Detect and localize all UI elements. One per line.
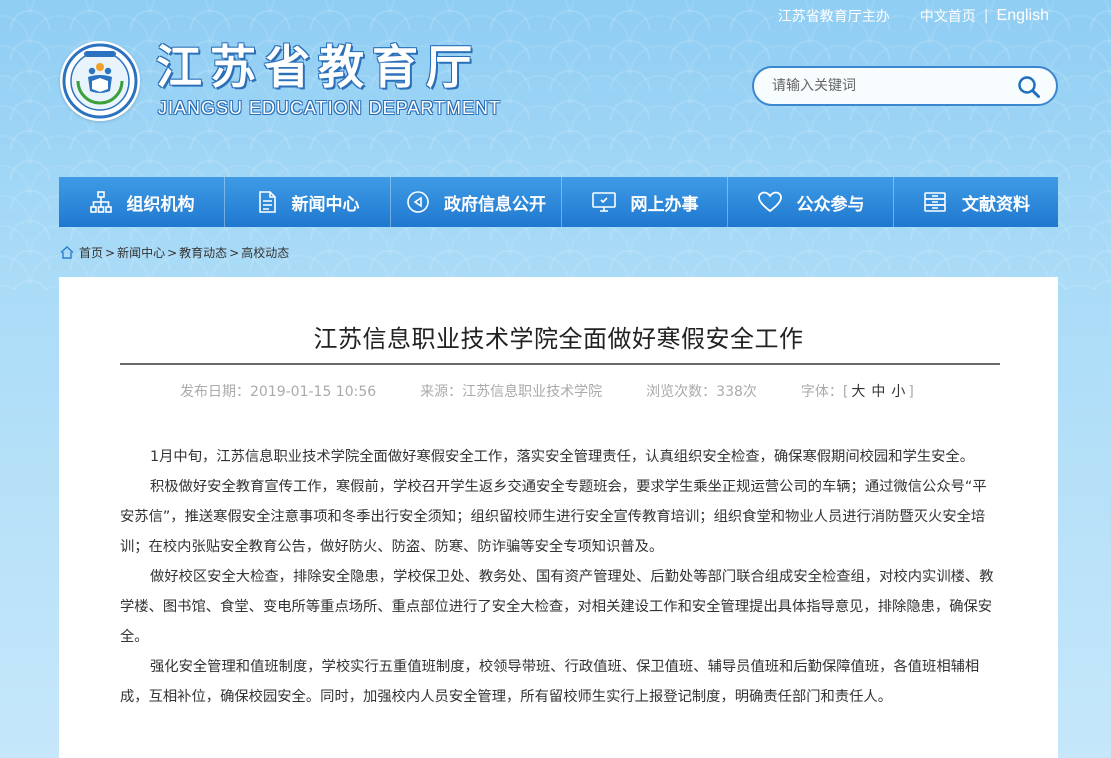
- nav-label: 网上办事: [630, 194, 699, 215]
- nav-item-news[interactable]: 新闻中心: [225, 177, 391, 227]
- host-label: 江苏省教育厅主办: [777, 9, 890, 25]
- breadcrumb-sep: >: [229, 245, 240, 260]
- nav-item-online-service[interactable]: 网上办事: [562, 177, 728, 227]
- nav-item-public-participation[interactable]: 公众参与: [728, 177, 894, 227]
- breadcrumb-university-news[interactable]: 高校动态: [241, 244, 289, 261]
- heart-icon: [757, 191, 782, 213]
- nav-item-archives[interactable]: 文献资料: [894, 177, 1058, 227]
- nav-item-gov-info[interactable]: 政府信息公开: [391, 177, 562, 227]
- nav-label: 公众参与: [796, 194, 865, 215]
- breadcrumb-sep: >: [167, 245, 178, 260]
- article-panel: 江苏信息职业技术学院全面做好寒假安全工作 发布日期：2019-01-15 10:…: [59, 277, 1058, 758]
- nav-label: 组织机构: [126, 194, 195, 215]
- search-icon[interactable]: [1016, 74, 1042, 100]
- publish-date: 发布日期：2019-01-15 10:56: [180, 384, 377, 400]
- font-size-label: 字体：: [800, 384, 843, 400]
- nav-item-organization[interactable]: 组织机构: [59, 177, 225, 227]
- search-input[interactable]: [772, 78, 1002, 94]
- chinese-home-link[interactable]: 中文首页: [920, 6, 976, 26]
- article-title: 江苏信息职业技术学院全面做好寒假安全工作: [313, 325, 804, 353]
- search-box: [752, 66, 1058, 106]
- article-paragraph: 1月中旬，江苏信息职业技术学院全面做好寒假安全工作，落实安全管理责任，认真组织安…: [150, 449, 975, 465]
- monitor-icon: [591, 192, 616, 212]
- nav-label: 文献资料: [962, 194, 1030, 215]
- article-meta: 发布日期：2019-01-15 10:56 来源：江苏信息职业技术学院 浏览次数…: [180, 381, 914, 401]
- article-source: 来源：江苏信息职业技术学院: [420, 384, 603, 400]
- archive-icon: [924, 192, 946, 212]
- title-divider: [120, 363, 1000, 365]
- link-separator: |: [983, 8, 989, 24]
- article-paragraph: 做好校区安全大检查，排除安全隐患，学校保卫处、教务处、国有资产管理处、后勤处等部…: [120, 569, 994, 645]
- font-bracket-close: ]: [908, 384, 914, 400]
- view-count: 浏览次数：338次: [646, 384, 757, 400]
- nav-label: 新闻中心: [291, 194, 360, 215]
- font-medium-button[interactable]: 中: [871, 384, 885, 400]
- org-chart-icon: [89, 191, 112, 213]
- article-paragraph: 强化安全管理和值班制度，学校实行五重值班制度，校领导带班、行政值班、保卫值班、辅…: [120, 659, 980, 705]
- font-size-switcher: 字体：[大中小]: [801, 381, 914, 401]
- font-bracket-open: [: [842, 384, 849, 400]
- breadcrumb: 首页 > 新闻中心 > 教育动态 > 高校动态: [60, 244, 289, 261]
- top-links: 江苏省教育厅主办 中文首页 | English: [778, 6, 1049, 26]
- announce-icon: [407, 191, 429, 213]
- breadcrumb-news-center[interactable]: 新闻中心: [117, 244, 165, 261]
- article-body: 1月中旬，江苏信息职业技术学院全面做好寒假安全工作，落实安全管理责任，认真组织安…: [120, 442, 1000, 712]
- font-small-button[interactable]: 小: [891, 384, 905, 400]
- font-large-button[interactable]: 大: [851, 384, 865, 400]
- english-link[interactable]: English: [997, 7, 1049, 25]
- article-paragraph: 积极做好安全教育宣传工作，寒假前，学校召开学生返乡交通安全专题班会，要求学生乘坐…: [120, 479, 987, 555]
- breadcrumb-sep: >: [105, 245, 116, 260]
- education-emblem-icon[interactable]: [60, 41, 140, 121]
- logo-title[interactable]: 江苏省教育厅: [156, 40, 480, 94]
- main-nav: 组织机构 新闻中心 政府信息公开 网上办事 公众参与 文献资料: [59, 177, 1058, 227]
- breadcrumb-home[interactable]: 首页: [79, 244, 103, 261]
- logo-subtitle: JIANGSU EDUCATION DEPARTMENT: [158, 98, 502, 118]
- nav-label: 政府信息公开: [444, 194, 546, 215]
- breadcrumb-education-news[interactable]: 教育动态: [179, 244, 227, 261]
- home-icon: [60, 246, 74, 259]
- document-icon: [258, 191, 276, 213]
